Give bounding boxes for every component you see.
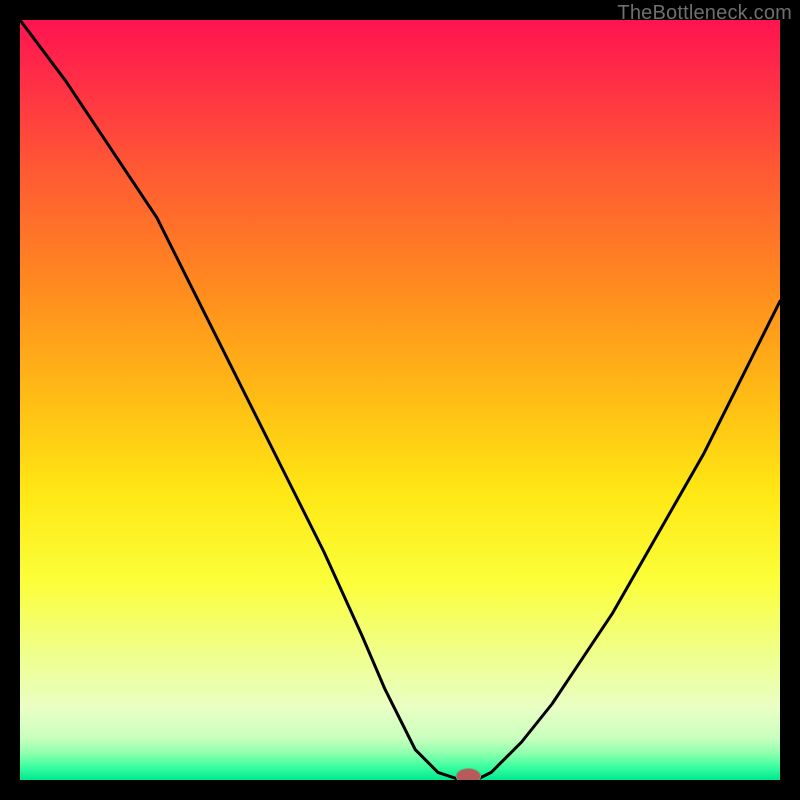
plot-area xyxy=(20,20,780,780)
bottleneck-chart xyxy=(20,20,780,780)
optimal-marker xyxy=(456,769,480,780)
chart-frame: TheBottleneck.com xyxy=(0,0,800,800)
gradient-background xyxy=(20,20,780,780)
